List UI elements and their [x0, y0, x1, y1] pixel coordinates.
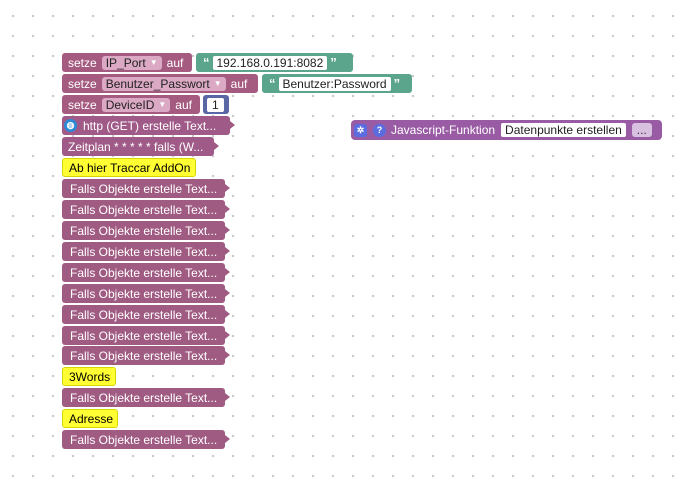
list-item[interactable]: Falls Objekte erstelle Text... [62, 200, 230, 219]
string-value[interactable]: 192.168.0.191:8082 [212, 55, 328, 70]
blockly-workspace[interactable]: { "setters": [ {"prefix": "setze", "var"… [0, 0, 692, 489]
to-keyword: auf [166, 55, 184, 70]
set-keyword: setze [68, 55, 97, 70]
schedule-block[interactable]: Zeitplan * * * * * falls (W... [62, 137, 219, 156]
list-item[interactable]: Falls Objekte erstelle Text... [62, 430, 230, 449]
number-value[interactable]: 1 [207, 97, 224, 112]
function-name-field[interactable]: Datenpunkte erstellen [501, 123, 626, 137]
comment-traccar[interactable]: Ab hier Traccar AddOn [62, 158, 196, 177]
list-item[interactable]: Falls Objekte erstelle Text... [62, 305, 230, 324]
set-ip-port-block[interactable]: setze IP_Port ▼ auf [62, 53, 192, 72]
function-label: Javascript-Funktion [391, 123, 496, 137]
list-item[interactable]: Falls Objekte erstelle Text... [62, 221, 230, 240]
http-get-block[interactable]: ◍ http (GET) erstelle Text... [62, 116, 235, 135]
gear-icon[interactable]: ✲ [354, 123, 367, 137]
set-keyword: setze [68, 97, 97, 112]
variable-dropdown[interactable]: Benutzer_Passwort ▼ [101, 76, 226, 91]
string-ip-port[interactable]: “ 192.168.0.191:8082 ” [196, 53, 353, 72]
list-item[interactable]: Falls Objekte erstelle Text... [62, 346, 230, 365]
close-quote: ” [393, 76, 401, 91]
list-item[interactable]: Falls Objekte erstelle Text... [62, 388, 230, 407]
string-password[interactable]: “ Benutzer:Password ” [262, 74, 412, 93]
comment-adresse[interactable]: Adresse [62, 409, 118, 428]
dropdown-arrow-icon: ▼ [158, 100, 167, 109]
list-item[interactable]: Falls Objekte erstelle Text... [62, 263, 230, 282]
dropdown-arrow-icon: ▼ [149, 58, 158, 67]
open-quote: “ [203, 55, 210, 70]
close-quote: ” [330, 55, 337, 70]
set-password-block[interactable]: setze Benutzer_Passwort ▼ auf [62, 74, 258, 93]
variable-dropdown[interactable]: IP_Port ▼ [101, 55, 162, 70]
list-item[interactable]: Falls Objekte erstelle Text... [62, 284, 230, 303]
list-item[interactable]: Falls Objekte erstelle Text... [62, 242, 230, 261]
help-icon[interactable]: ? [373, 123, 386, 137]
set-device-id-block[interactable]: setze DeviceID ▼ auf [62, 95, 200, 114]
dropdown-arrow-icon: ▼ [213, 79, 222, 88]
set-keyword: setze [68, 76, 97, 91]
schedule-block-label: Zeitplan * * * * * falls (W... [68, 139, 204, 154]
variable-dropdown[interactable]: DeviceID ▼ [101, 97, 171, 112]
open-quote: “ [269, 76, 276, 91]
number-device-id[interactable]: 1 [203, 95, 229, 114]
more-button[interactable]: ... [631, 123, 652, 137]
comment-3words[interactable]: 3Words [62, 367, 116, 386]
javascript-function-block[interactable]: ✲ ? Javascript-Funktion Datenpunkte erst… [351, 120, 662, 140]
list-item[interactable]: Falls Objekte erstelle Text... [62, 326, 230, 345]
globe-icon: ◍ [64, 119, 77, 132]
list-item[interactable]: Falls Objekte erstelle Text... [62, 179, 230, 198]
string-value[interactable]: Benutzer:Password [278, 76, 391, 91]
to-keyword: auf [230, 76, 248, 91]
http-block-label: http (GET) erstelle Text... [83, 118, 217, 133]
to-keyword: auf [175, 97, 192, 112]
